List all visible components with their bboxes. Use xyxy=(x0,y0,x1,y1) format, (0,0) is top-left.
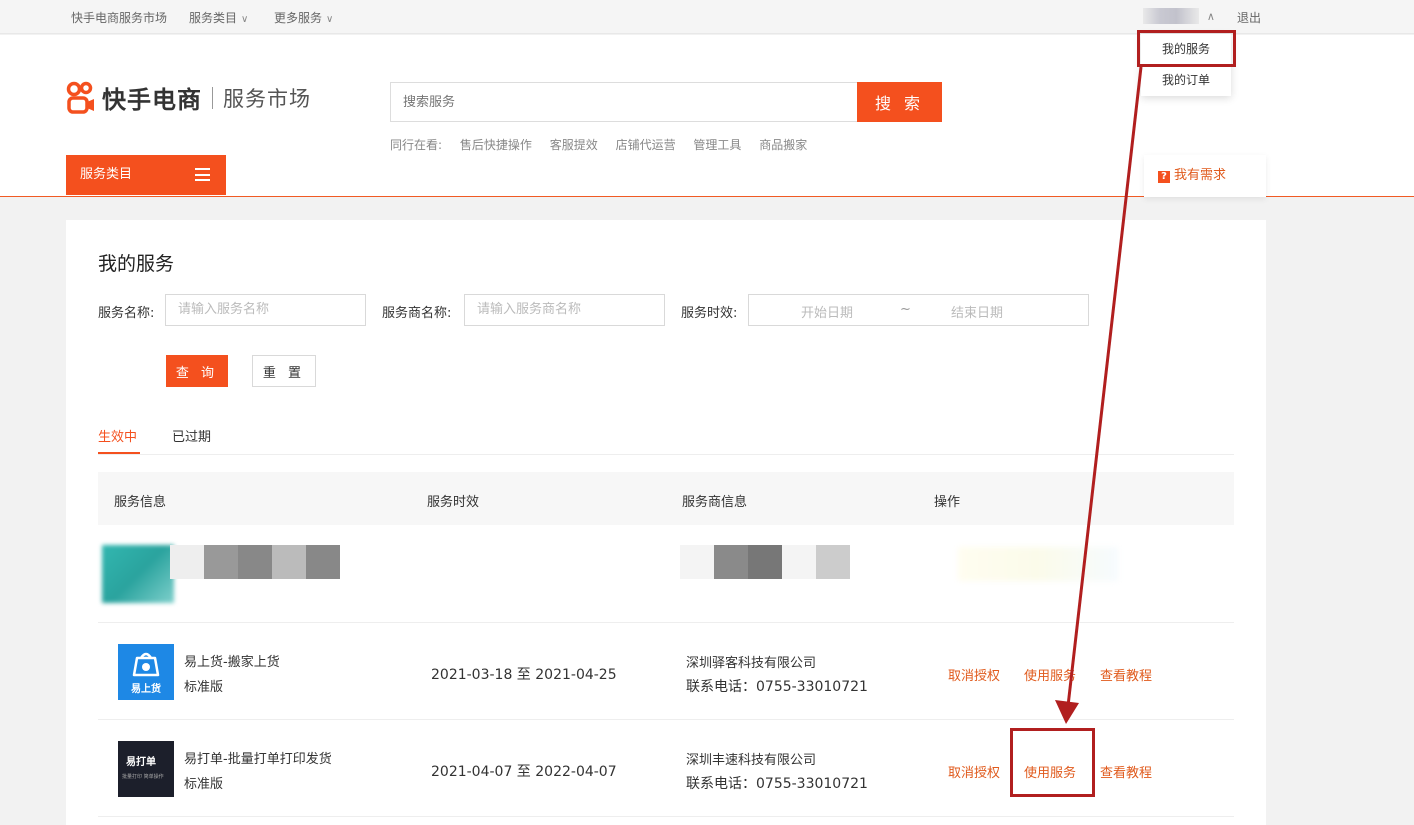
annotation-arrow-icon xyxy=(1055,66,1143,724)
annotation-highlight-use-service xyxy=(1010,728,1095,797)
annotation-highlight-my-services xyxy=(1137,30,1236,67)
